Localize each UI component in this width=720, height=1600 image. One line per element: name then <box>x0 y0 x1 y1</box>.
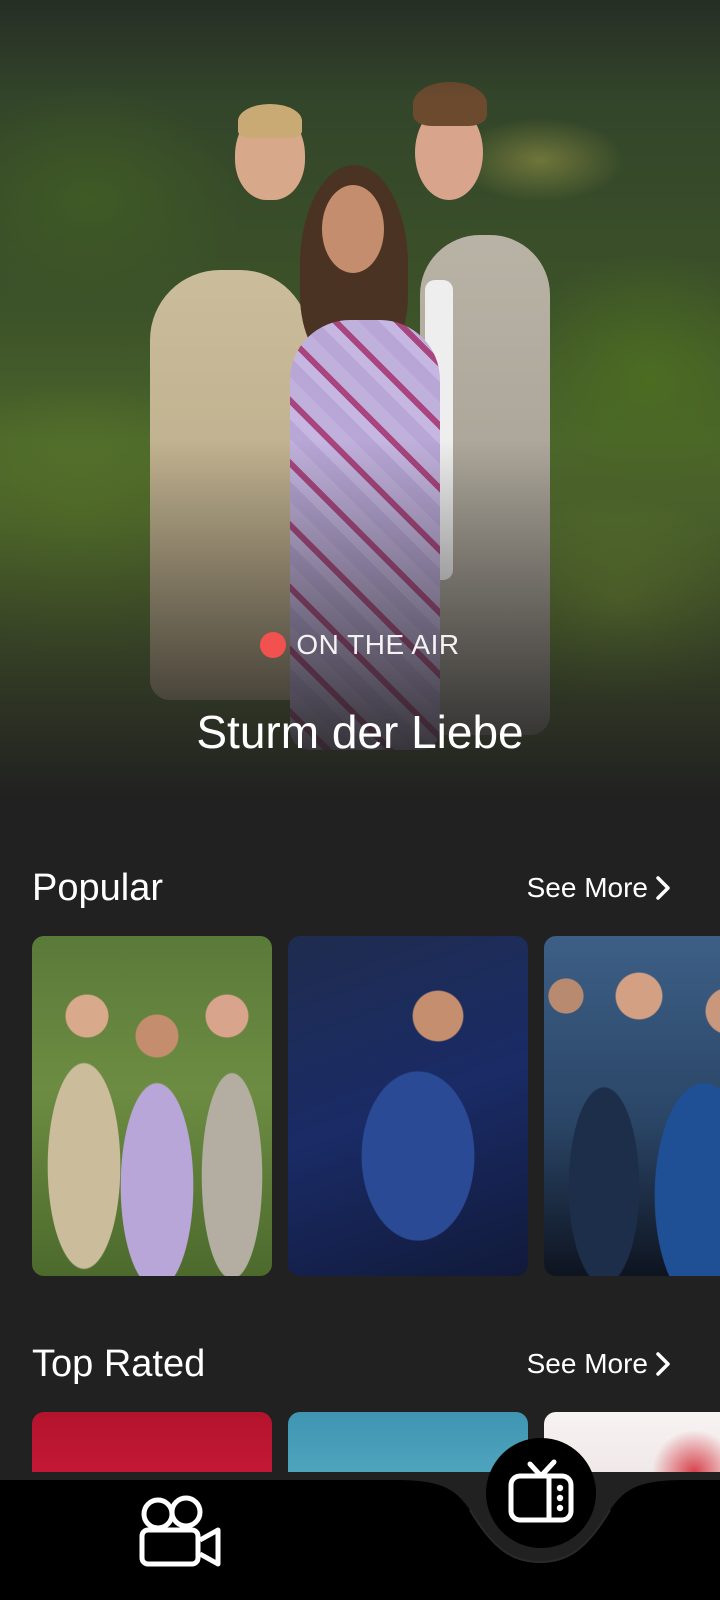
bottom-navigation-bar <box>0 1438 720 1600</box>
top-rated-section-header: Top Rated See More <box>32 1340 672 1388</box>
chevron-right-icon <box>656 876 670 900</box>
nav-movies-button[interactable] <box>138 1494 222 1570</box>
hero-title[interactable]: Sturm der Liebe <box>0 705 720 759</box>
hero-gradient-overlay <box>0 0 720 800</box>
tv-icon <box>508 1459 574 1523</box>
poster-card[interactable] <box>288 936 528 1276</box>
on-air-label: ON THE AIR <box>296 629 460 660</box>
movie-camera-icon <box>139 1495 221 1567</box>
popular-see-more-button[interactable]: See More <box>527 872 672 904</box>
see-more-label: See More <box>526 1348 648 1379</box>
popular-section-title: Popular <box>32 866 163 909</box>
nav-tv-button[interactable] <box>486 1438 596 1548</box>
on-air-badge: ON THE AIR <box>0 625 720 665</box>
popular-carousel[interactable] <box>32 936 720 1276</box>
chevron-right-icon <box>656 1352 670 1376</box>
live-dot-icon <box>260 632 287 658</box>
popular-section-header: Popular See More <box>32 864 672 912</box>
poster-card[interactable] <box>544 936 720 1276</box>
hero-banner[interactable]: ON THE AIR Sturm der Liebe <box>0 0 720 800</box>
top-rated-section-title: Top Rated <box>32 1342 206 1385</box>
bottom-nav-background <box>0 1480 720 1600</box>
top-rated-see-more-button[interactable]: See More <box>527 1348 672 1380</box>
poster-card[interactable] <box>32 936 272 1276</box>
see-more-label: See More <box>526 872 648 903</box>
